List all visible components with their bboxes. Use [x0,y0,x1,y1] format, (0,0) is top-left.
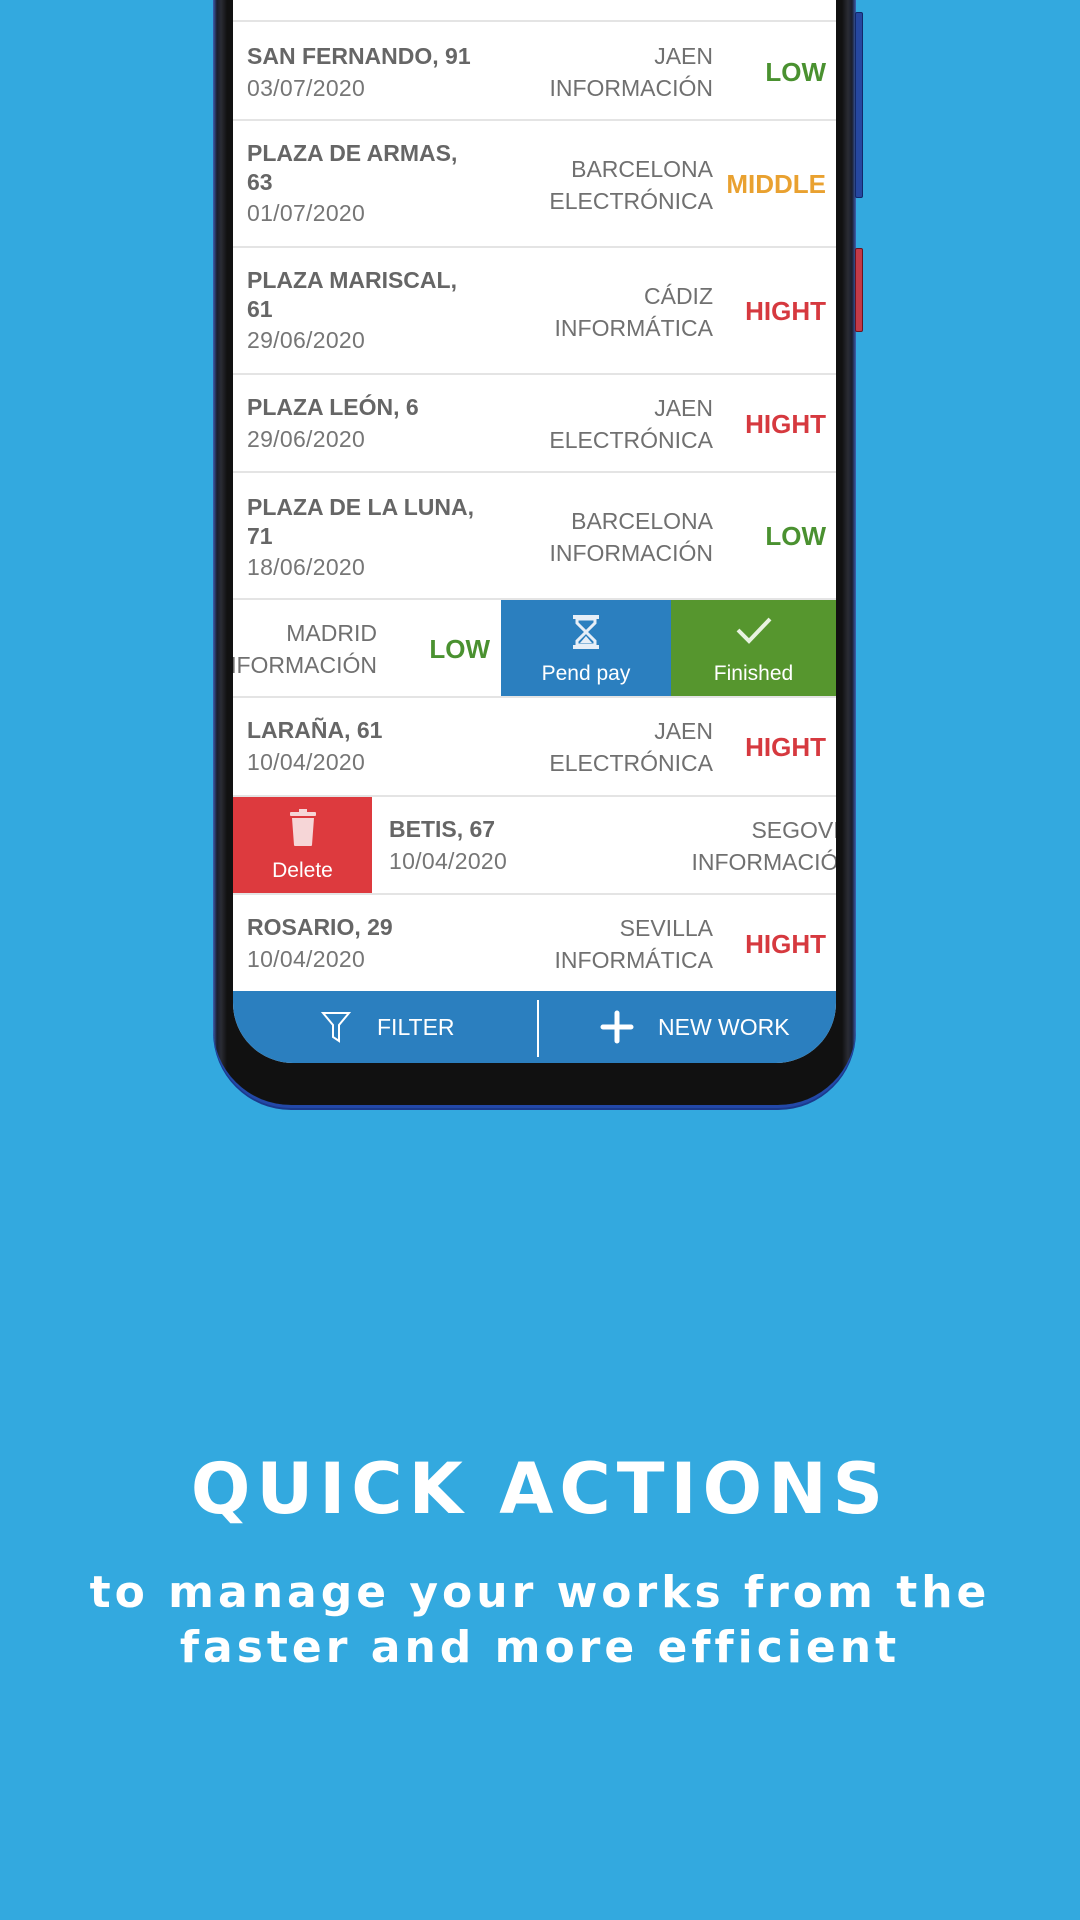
work-city: MADRID [286,620,377,646]
pend-pay-button[interactable]: Pend pay [501,600,671,696]
work-category: INFORMACIÓN [233,652,377,678]
work-item[interactable]: LARAÑA, 61 10/04/2020 JAEN ELECTRÓNICA H… [233,698,836,797]
promo-headline: QUICK ACTIONS [190,1448,890,1530]
work-date: 10/04/2020 [389,848,508,874]
priority-badge: LOW [765,521,826,551]
work-city: JAEN [654,43,713,69]
work-category: ELECTRÓNICA [549,427,713,453]
work-item-swiped[interactable]: MADRID INFORMACIÓN LOW Pend pay Finished [233,600,836,698]
work-address: PLAZA LEÓN, 6 [247,394,419,420]
volume-button [855,12,863,198]
trash-icon [289,809,317,853]
priority-badge: HIGHT [745,409,826,439]
work-item[interactable]: SAN FERNANDO, 91 03/07/2020 JAEN INFORMA… [233,22,836,121]
power-button [855,248,863,332]
work-address: LARAÑA, 61 [247,717,383,743]
priority-badge: MIDDLE [726,169,826,199]
filter-icon [321,1011,351,1043]
work-item[interactable]: PLAZA LEÓN, 6 29/06/2020 JAEN ELECTRÓNIC… [233,375,836,473]
plus-icon [600,1010,634,1044]
priority-badge: LOW [765,57,826,87]
work-address: BETIS, 67 [389,816,496,842]
delete-label: Delete [272,859,333,882]
work-date: 10/04/2020 [247,749,366,775]
promo-subline-2: faster and more efficient [179,1622,901,1673]
work-city: SEVILLA [619,915,713,941]
filter-button[interactable]: FILTER [321,991,455,1063]
work-item[interactable]: PLAZA MARISCAL, 61 29/06/2020 CÁDIZ INFO… [233,248,836,375]
work-category: INFORMÁTICA [554,315,713,341]
work-item[interactable]: PLAZA DE ARMAS, 63 01/07/2020 BARCELONA … [233,121,836,248]
work-city: JAEN [654,395,713,421]
work-date: 18/06/2020 [247,554,366,580]
work-item[interactable]: ROSARIO, 29 10/04/2020 SEVILLA INFORMÁTI… [233,895,836,991]
finished-label: Finished [713,662,794,685]
priority-badge: LOW [429,634,490,664]
priority-badge: HIGHT [745,732,826,762]
new-work-button[interactable]: NEW WORK [600,991,790,1063]
priority-badge: HIGHT [745,296,826,326]
list-item-partial[interactable] [233,0,836,22]
bottom-action-bar: FILTER NEW WORK [233,991,836,1063]
bar-divider [537,1000,539,1057]
work-date: 01/07/2020 [247,200,366,226]
work-category: INFORMÁTICA [554,947,713,973]
work-category: INFORMACIÓN [549,75,713,101]
pend-pay-label: Pend pay [541,662,631,685]
work-date: 29/06/2020 [247,426,366,452]
promo-subline: to manage your works from the faster and… [0,1565,1080,1675]
filter-label: FILTER [377,1013,455,1040]
hourglass-icon [571,614,601,656]
work-date: 03/07/2020 [247,75,366,101]
phone-screen: SAN FERNANDO, 91 03/07/2020 JAEN INFORMA… [233,0,836,1063]
work-date: 29/06/2020 [247,327,366,353]
work-item[interactable]: PLAZA DE LA LUNA, 71 18/06/2020 BARCELON… [233,473,836,600]
work-city: JAEN [654,718,713,744]
new-work-label: NEW WORK [658,1013,790,1040]
finished-button[interactable]: Finished [671,600,836,696]
work-category: ELECTRÓNICA [549,188,713,214]
work-city: BARCELONA [571,156,713,182]
work-category: ELECTRÓNICA [549,750,713,776]
work-address: ROSARIO, 29 [247,914,393,940]
work-address: PLAZA DE ARMAS, 63 [247,140,458,195]
work-date: 10/04/2020 [247,946,366,972]
work-address: PLAZA MARISCAL, 61 [247,267,457,322]
promo-subline-1: to manage your works from the [89,1567,991,1618]
work-address: PLAZA DE LA LUNA, 71 [247,494,475,549]
work-category: INFORMACIÓN [691,849,836,875]
delete-button[interactable]: Delete [233,797,372,893]
work-category: INFORMACIÓN [549,540,713,566]
work-city: CÁDIZ [644,283,713,309]
priority-badge: HIGHT [745,929,826,959]
work-address: SAN FERNANDO, 91 [247,43,471,69]
work-city: SEGOVIA [751,817,836,843]
check-icon [734,614,774,652]
work-item-swiped[interactable]: Delete BETIS, 67 10/04/2020 SEGOVIA INFO… [233,797,836,895]
work-city: BARCELONA [571,508,713,534]
